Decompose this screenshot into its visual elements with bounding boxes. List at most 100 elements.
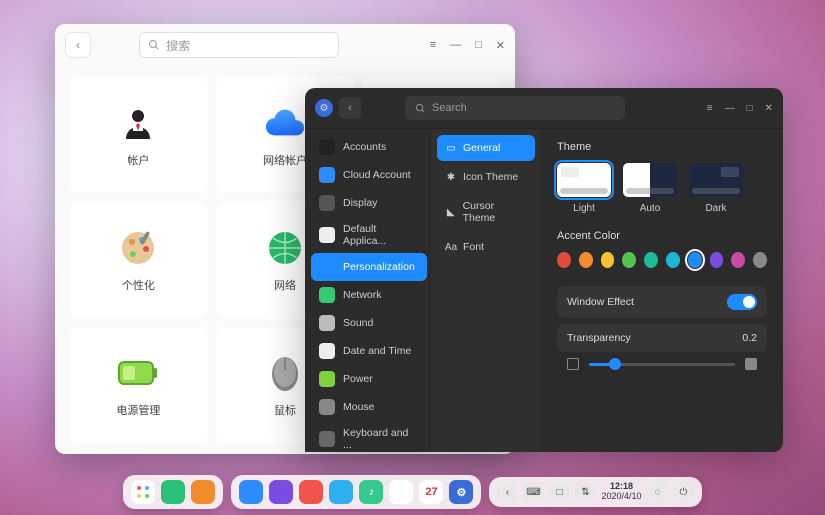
settings-sidebar[interactable]: Accounts Cloud Account Display Default Appl… xyxy=(305,129,431,452)
accent-swatch[interactable] xyxy=(731,252,745,268)
clock[interactable]: 12:182020/4/10 xyxy=(601,482,641,502)
screenshot-tray-icon[interactable]: □ xyxy=(549,482,569,502)
window-effect-label: Window Effect xyxy=(567,296,634,308)
tile-accounts[interactable]: 帐户 xyxy=(69,76,208,193)
search-input[interactable]: Search xyxy=(405,96,625,120)
theme-option-dark[interactable]: Dark xyxy=(689,163,743,214)
sidebar-item-label: Cloud Account xyxy=(343,169,411,181)
subnav-label: Font xyxy=(463,241,484,253)
tile-label: 鼠标 xyxy=(274,402,296,418)
sidebar-item-label: Network xyxy=(343,289,382,301)
sidebar-item-default-applica-[interactable]: Default Applica... xyxy=(311,217,427,253)
accent-section-title: Accent Color xyxy=(557,230,767,242)
sidebar-item-icon xyxy=(319,315,335,331)
minimize-button[interactable]: — xyxy=(725,103,735,114)
maximize-button[interactable]: □ xyxy=(475,39,482,52)
back-button[interactable]: ‹ xyxy=(339,97,361,119)
sidebar-item-cloud-account[interactable]: Cloud Account xyxy=(311,161,427,189)
tile-power[interactable]: 电源管理 xyxy=(69,327,208,444)
sidebar-item-icon xyxy=(319,431,335,447)
sidebar-item-personalization[interactable]: Personalization xyxy=(311,253,427,281)
network-tray-icon[interactable]: ⇅ xyxy=(575,482,595,502)
theme-thumbnail xyxy=(623,163,677,197)
accent-swatch[interactable] xyxy=(710,252,724,268)
accent-swatch[interactable] xyxy=(601,252,615,268)
close-button[interactable]: ✕ xyxy=(765,103,773,114)
transparent-icon xyxy=(567,358,579,370)
sidebar-item-icon xyxy=(319,343,335,359)
subnav-icon: ▭ xyxy=(445,142,457,154)
launcher-icon[interactable] xyxy=(131,480,155,504)
sidebar-item-label: Default Applica... xyxy=(343,223,419,247)
sidebar-item-icon xyxy=(319,227,335,243)
app-logo-icon: ⚙ xyxy=(315,99,333,117)
back-button[interactable]: ‹ xyxy=(65,32,91,58)
accent-swatch[interactable] xyxy=(666,252,680,268)
subnav-item-font[interactable]: Aa Font xyxy=(437,234,535,260)
power-tray-icon[interactable]: ⏻ xyxy=(674,482,694,502)
transparency-row: Transparency 0.2 xyxy=(557,324,767,352)
network-icon xyxy=(264,227,306,269)
theme-thumbnail xyxy=(557,163,611,197)
sidebar-item-accounts[interactable]: Accounts xyxy=(311,133,427,161)
sidebar-item-mouse[interactable]: Mouse xyxy=(311,393,427,421)
settings-icon[interactable]: ⚙ xyxy=(449,480,473,504)
accent-swatch[interactable] xyxy=(753,252,767,268)
sidebar-item-label: Display xyxy=(343,197,377,209)
menu-button[interactable]: ≡ xyxy=(430,39,436,52)
personalization-subnav[interactable]: ▭General ✱ Icon Theme ◣Cursor Theme Aa Font xyxy=(431,129,541,452)
menu-button[interactable]: ≡ xyxy=(707,103,713,114)
sidebar-item-label: Date and Time xyxy=(343,345,411,357)
sidebar-item-sound[interactable]: Sound xyxy=(311,309,427,337)
sidebar-item-keyboard-and-[interactable]: Keyboard and ... xyxy=(311,421,427,452)
multitask-icon[interactable] xyxy=(161,480,185,504)
content-panel: Theme LightAutoDark Accent Color Window … xyxy=(541,129,783,452)
subnav-item-icon-theme[interactable]: ✱ Icon Theme xyxy=(437,164,535,190)
sidebar-item-icon xyxy=(319,139,335,155)
files-icon[interactable] xyxy=(239,480,263,504)
workspace-icon[interactable] xyxy=(191,480,215,504)
accent-swatch[interactable] xyxy=(622,252,636,268)
power-icon xyxy=(117,352,159,394)
notifications-icon[interactable]: ◌ xyxy=(648,482,668,502)
accent-swatch[interactable] xyxy=(644,252,658,268)
accounts-icon xyxy=(117,102,159,144)
sidebar-item-icon xyxy=(319,259,335,275)
theme-option-auto[interactable]: Auto xyxy=(623,163,677,214)
search-placeholder: 搜索 xyxy=(166,37,190,54)
subnav-label: Cursor Theme xyxy=(463,200,527,224)
sidebar-item-network[interactable]: Network xyxy=(311,281,427,309)
album-icon[interactable] xyxy=(389,480,413,504)
dark-titlebar: ⚙ ‹ Search ≡ — □ ✕ xyxy=(305,88,783,129)
sidebar-item-date-and-time[interactable]: Date and Time xyxy=(311,337,427,365)
subnav-icon: ✱ xyxy=(445,171,457,183)
close-button[interactable]: ✕ xyxy=(496,39,505,52)
subnav-item-general[interactable]: ▭General xyxy=(437,135,535,161)
keyboard-tray-icon[interactable]: ⌨ xyxy=(523,482,543,502)
accent-swatch[interactable] xyxy=(688,252,702,268)
accent-swatch[interactable] xyxy=(557,252,571,268)
subnav-icon: Aa xyxy=(445,241,457,253)
maximize-button[interactable]: □ xyxy=(747,103,753,114)
calendar-icon[interactable]: 27 xyxy=(419,480,443,504)
mail-icon[interactable] xyxy=(329,480,353,504)
search-input[interactable]: 搜索 xyxy=(139,32,339,58)
tray-collapse-icon[interactable]: ‹ xyxy=(497,482,517,502)
transparency-slider[interactable] xyxy=(589,363,735,366)
window-effect-row: Window Effect xyxy=(557,286,767,318)
minimize-button[interactable]: — xyxy=(450,39,461,52)
browser-icon[interactable] xyxy=(269,480,293,504)
sidebar-item-label: Accounts xyxy=(343,141,386,153)
theme-option-light[interactable]: Light xyxy=(557,163,611,214)
sidebar-item-power[interactable]: Power xyxy=(311,365,427,393)
music-icon[interactable]: ♪ xyxy=(359,480,383,504)
tile-personalization[interactable]: 个性化 xyxy=(69,201,208,318)
store-icon[interactable] xyxy=(299,480,323,504)
subnav-label: Icon Theme xyxy=(463,171,518,183)
sidebar-item-display[interactable]: Display xyxy=(311,189,427,217)
accent-swatch[interactable] xyxy=(579,252,593,268)
subnav-item-cursor-theme[interactable]: ◣Cursor Theme xyxy=(437,193,535,231)
tile-label: 网络帐户 xyxy=(263,152,307,168)
theme-label: Auto xyxy=(640,203,661,214)
window-effect-toggle[interactable] xyxy=(727,294,757,310)
